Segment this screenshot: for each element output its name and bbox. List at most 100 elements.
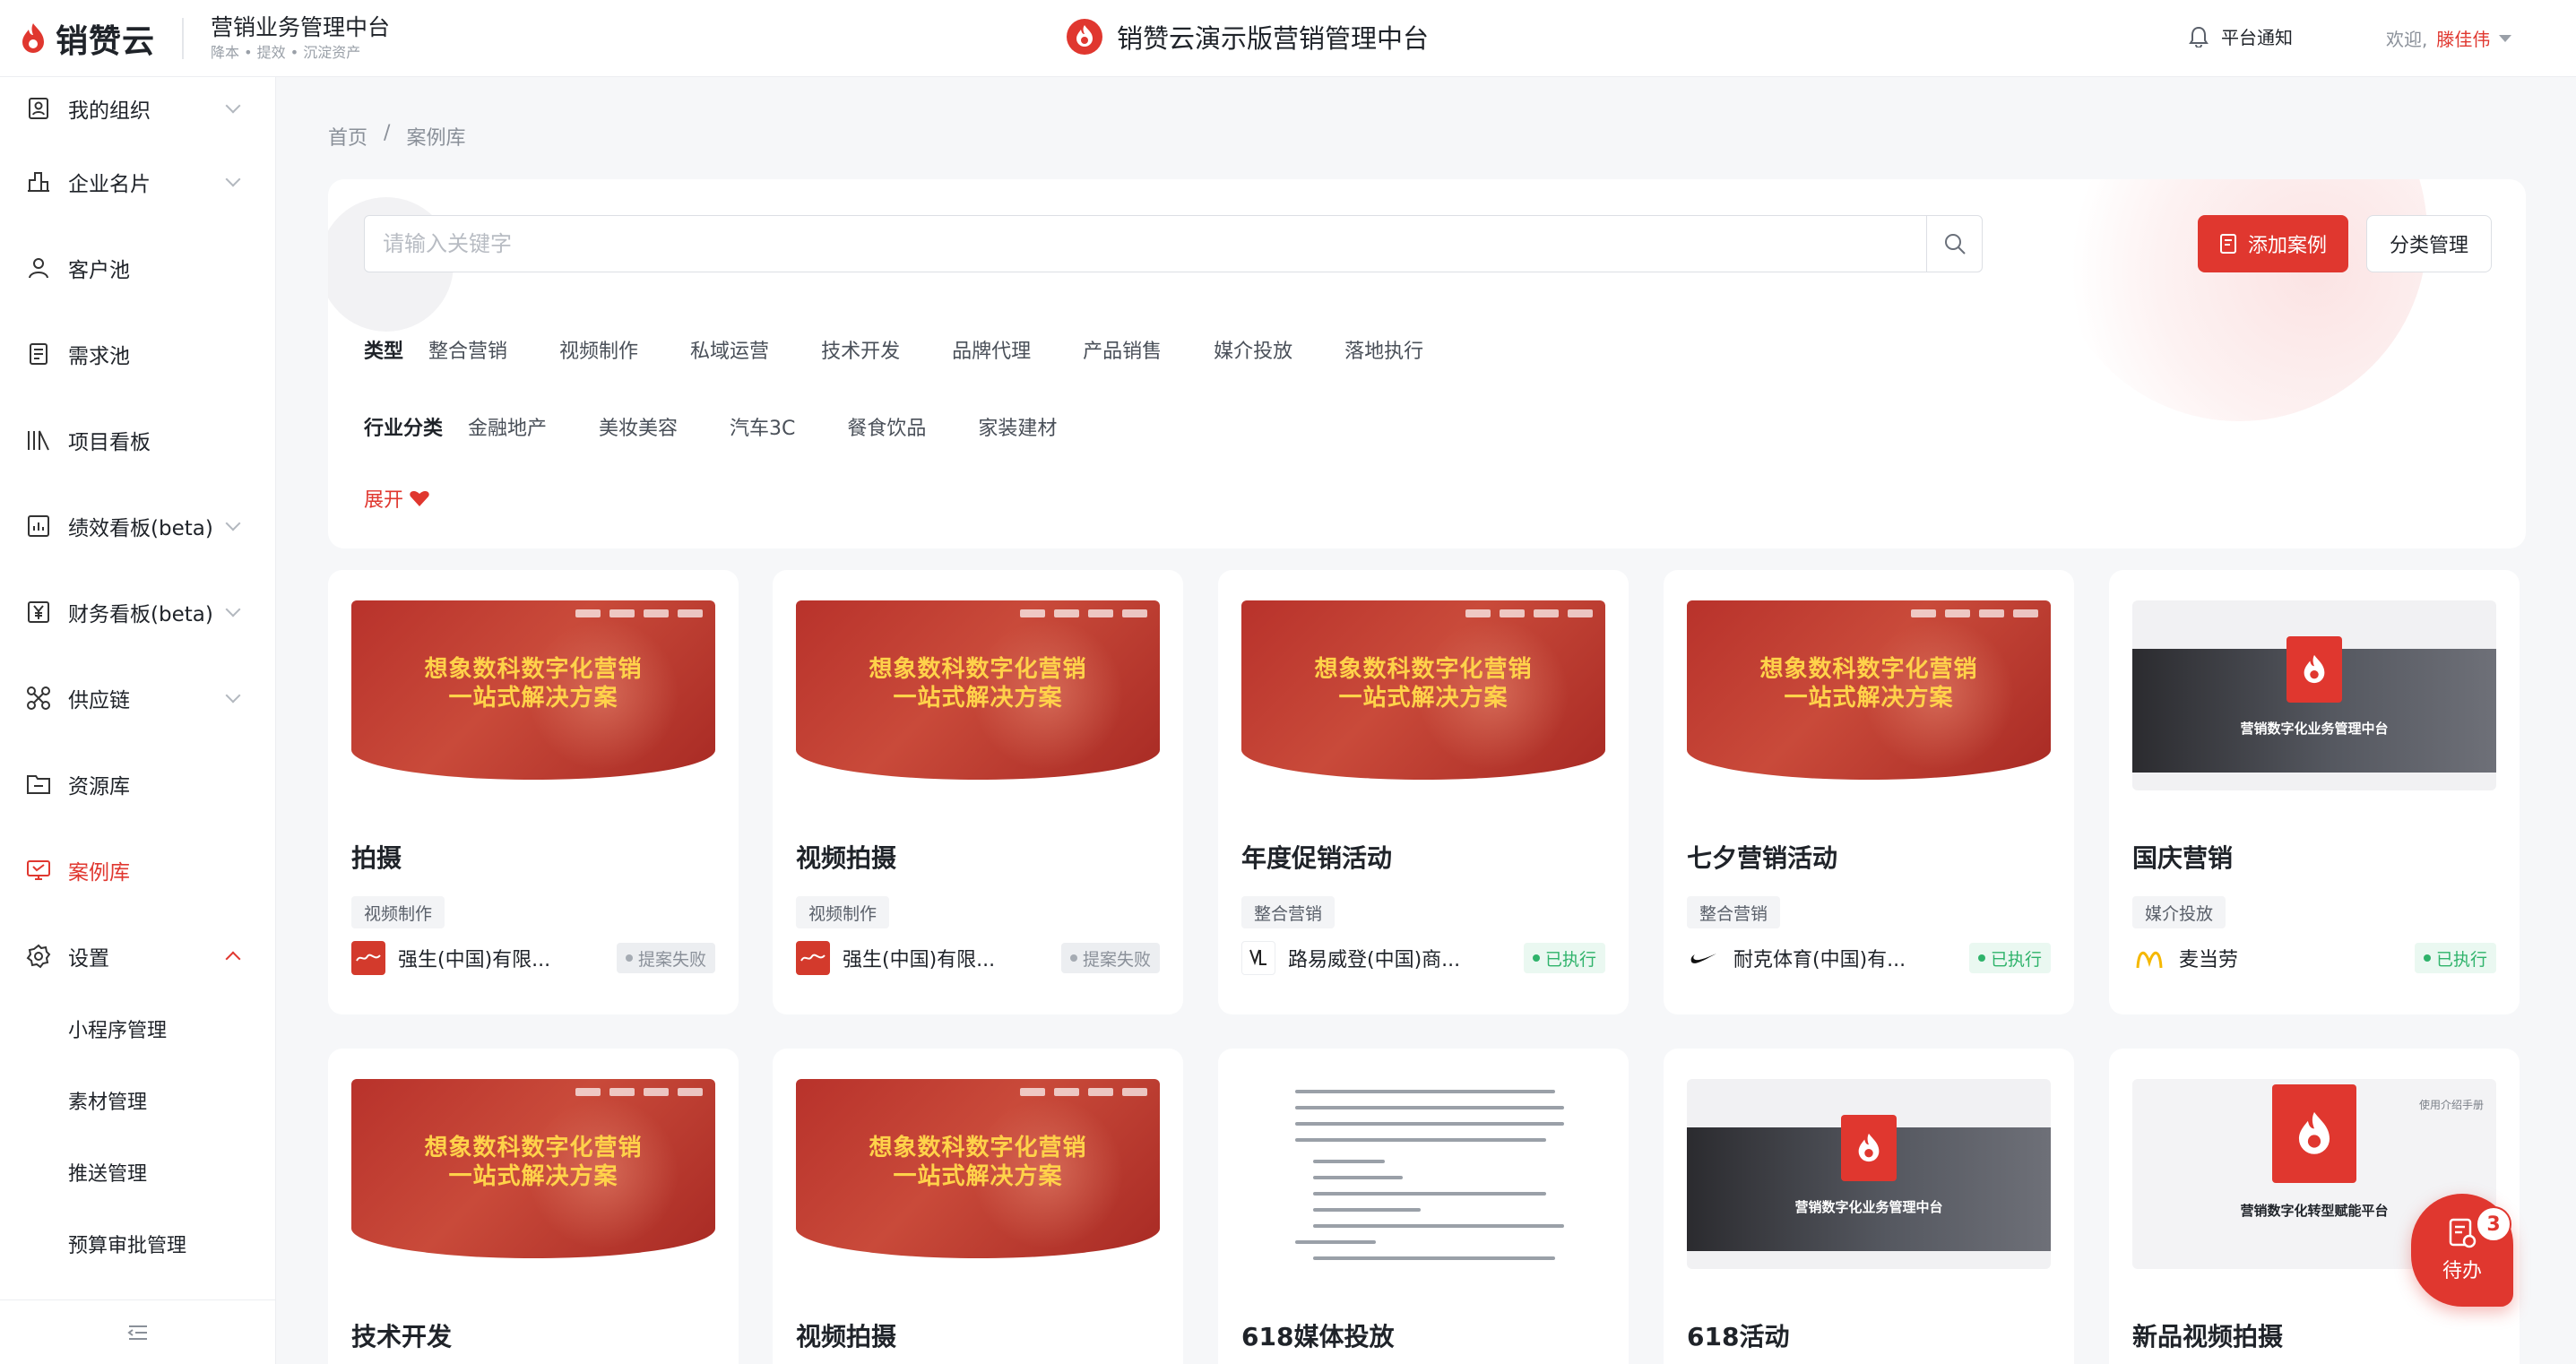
user-icon — [25, 255, 52, 281]
sidebar-item-performance[interactable]: 绩效看板(beta) — [0, 495, 276, 557]
sidebar-item-settings[interactable]: 设置 — [0, 925, 276, 988]
sidebar-item-org[interactable]: 我的组织 — [0, 77, 276, 140]
doc-icon — [25, 341, 52, 367]
breadcrumb-current: 案例库 — [406, 127, 466, 150]
case-card[interactable]: 营销数字化业务管理中台 618活动 — [1664, 1049, 2074, 1364]
add-case-label: 添加案例 — [2247, 235, 2327, 257]
case-tag: 视频制作 — [796, 896, 890, 928]
board-icon — [25, 427, 52, 453]
case-tag: 整合营销 — [1687, 896, 1781, 928]
sidebar-item-demands[interactable]: 需求池 — [0, 323, 276, 385]
industry-filter-row: 行业分类 金融地产 美妆美容 汽车3C 餐食饮品 家装建材 — [364, 412, 1109, 441]
case-card[interactable]: 想象数科数字化营销 一站式解决方案 视频拍摄 视频制作 强生(中国)有限... … — [773, 570, 1183, 1014]
sidebar-item-project-board[interactable]: 项目看板 — [0, 409, 276, 471]
case-icon — [25, 857, 52, 884]
partner-logos — [575, 609, 703, 617]
type-option[interactable]: 私域运营 — [690, 335, 769, 364]
thumb-title-line2: 一站式解决方案 — [448, 1163, 618, 1190]
case-card[interactable]: 618媒体投放 — [1218, 1049, 1629, 1364]
expand-filters-button[interactable]: 展开 — [364, 484, 430, 513]
search-input[interactable] — [365, 216, 1926, 272]
sidebar-item-supply-chain[interactable]: 供应链 — [0, 667, 276, 729]
case-card[interactable]: 想象数科数字化营销 一站式解决方案 七夕营销活动 整合营销 耐克体育(中国)有.… — [1664, 570, 2074, 1014]
org-icon — [25, 95, 52, 122]
header-subtitle-tags: 降本 • 提效 • 沉淀资产 — [211, 43, 361, 61]
brand-flame-icon — [22, 22, 44, 53]
sidebar-subitem-push[interactable]: 推送管理 — [68, 1158, 147, 1187]
add-case-button[interactable]: 添加案例 — [2198, 215, 2348, 272]
case-footer: 强生(中国)有限... 提案失败 — [796, 937, 1160, 979]
sidebar: 我的组织 企业名片 客户池 需求池 项目看板 绩效看板(beta) 财务看板(b… — [0, 77, 276, 1364]
sidebar-subitem-miniprogram[interactable]: 小程序管理 — [68, 1014, 167, 1043]
client-logo-icon — [796, 941, 830, 975]
industry-option[interactable]: 美妆美容 — [599, 412, 678, 441]
brand-logo[interactable]: 销赞云 — [20, 15, 155, 62]
case-thumbnail: 想象数科数字化营销 一站式解决方案 — [351, 600, 715, 790]
search-button[interactable] — [1926, 216, 1982, 272]
breadcrumb-home[interactable]: 首页 — [328, 122, 367, 151]
case-title: 视频拍摄 — [796, 1322, 897, 1351]
type-option[interactable]: 技术开发 — [821, 335, 900, 364]
case-tag: 整合营销 — [1241, 896, 1336, 928]
chevron-up-icon — [225, 951, 241, 967]
industry-option[interactable]: 餐食饮品 — [847, 412, 926, 441]
heart-caret-icon — [410, 490, 429, 506]
brand-logo-text: 销赞云 — [56, 22, 156, 60]
case-title: 拍摄 — [351, 843, 402, 873]
sidebar-subitem-materials[interactable]: 素材管理 — [68, 1086, 147, 1115]
collapse-menu-icon — [127, 1325, 147, 1340]
type-option[interactable]: 整合营销 — [428, 335, 507, 364]
sidebar-item-label: 企业名片 — [68, 173, 151, 196]
brand-flame-icon — [2286, 636, 2342, 703]
category-manage-label: 分类管理 — [2389, 235, 2468, 257]
sidebar-item-finance[interactable]: 财务看板(beta) — [0, 581, 276, 643]
sidebar-item-customers[interactable]: 客户池 — [0, 237, 276, 299]
sidebar-subitem-budget-approval[interactable]: 预算审批管理 — [68, 1230, 186, 1258]
sidebar-item-label: 供应链 — [68, 689, 130, 712]
chevron-down-icon — [225, 98, 241, 114]
sidebar-item-case-library[interactable]: 案例库 — [0, 839, 276, 902]
thumb-corner-note: 使用介绍手册 — [2418, 1099, 2484, 1111]
type-option[interactable]: 落地执行 — [1344, 335, 1423, 364]
case-card[interactable]: 想象数科数字化营销 一站式解决方案 技术开发 — [328, 1049, 739, 1364]
building-icon — [25, 168, 52, 195]
thumb-title-line2: 一站式解决方案 — [1338, 685, 1508, 712]
case-card[interactable]: 营销数字化业务管理中台 国庆营销 媒介投放 麦当劳 已执行 — [2109, 570, 2520, 1014]
client-logo-icon — [1241, 941, 1275, 975]
type-option[interactable]: 产品销售 — [1083, 335, 1162, 364]
platform-notice[interactable]: 平台通知 — [2189, 23, 2293, 49]
category-manage-button[interactable]: 分类管理 — [2366, 215, 2492, 272]
industry-option[interactable]: 汽车3C — [730, 412, 795, 441]
type-option[interactable]: 品牌代理 — [952, 335, 1031, 364]
status-badge: 已执行 — [1968, 943, 2051, 973]
client-logo-icon — [2132, 941, 2166, 975]
sidebar-item-label: 客户池 — [68, 259, 130, 282]
client-name: 强生(中国)有限... — [843, 949, 996, 971]
industry-filter-label: 行业分类 — [364, 418, 444, 440]
case-thumbnail: 想象数科数字化营销 一站式解决方案 — [1687, 600, 2051, 790]
thumb-title-line2: 一站式解决方案 — [893, 1163, 1063, 1190]
sidebar-item-label: 财务看板(beta) — [68, 603, 213, 626]
search-icon — [1944, 234, 1966, 255]
sidebar-item-company-card[interactable]: 企业名片 — [0, 151, 276, 213]
welcome-label: 欢迎, — [2386, 29, 2428, 50]
partner-logos — [1020, 609, 1147, 617]
sidebar-collapse-button[interactable] — [0, 1299, 276, 1364]
header-subtitle: 营销业务管理中台 — [211, 13, 391, 40]
industry-option[interactable]: 金融地产 — [468, 412, 547, 441]
sidebar-item-resources[interactable]: 资源库 — [0, 753, 276, 816]
todo-count-badge: 3 — [2476, 1206, 2511, 1242]
client-logo-icon — [351, 941, 385, 975]
add-doc-icon — [2219, 234, 2236, 254]
case-card[interactable]: 想象数科数字化营销 一站式解决方案 年度促销活动 整合营销 路易威登(中国)商.… — [1218, 570, 1629, 1014]
case-card[interactable]: 想象数科数字化营销 一站式解决方案 视频拍摄 — [773, 1049, 1183, 1364]
type-option[interactable]: 视频制作 — [559, 335, 638, 364]
type-option[interactable]: 媒介投放 — [1214, 335, 1292, 364]
industry-option[interactable]: 家装建材 — [978, 412, 1057, 441]
case-card[interactable]: 想象数科数字化营销 一站式解决方案 拍摄 视频制作 强生(中国)有限... 提案… — [328, 570, 739, 1014]
case-title: 新品视频拍摄 — [2132, 1322, 2284, 1351]
user-menu[interactable]: 欢迎, 滕佳伟 — [2386, 25, 2512, 51]
chevron-down-icon — [225, 687, 241, 704]
notice-label: 平台通知 — [2221, 27, 2293, 48]
type-filter-row: 类型 整合营销 视频制作 私域运营 技术开发 品牌代理 产品销售 媒介投放 落地… — [364, 335, 1475, 364]
